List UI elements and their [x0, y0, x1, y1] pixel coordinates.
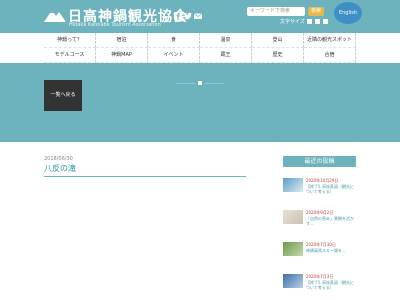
- post-title-divider: [44, 176, 246, 177]
- nav-item-climbing[interactable]: 登山: [252, 33, 304, 48]
- twitter-icon[interactable]: [184, 12, 192, 20]
- banner-line-right: [204, 83, 224, 84]
- font-size-label: 文字サイズ: [280, 19, 305, 25]
- nav-item-zao[interactable]: 蔵王: [200, 48, 252, 63]
- font-size-medium-button[interactable]: [315, 19, 321, 24]
- back-to-list-button[interactable]: 一覧へ戻る: [44, 80, 82, 111]
- post-title: 八反の滝: [44, 164, 76, 173]
- recent-posts-heading: 最近の投稿: [283, 156, 356, 167]
- recent-post-thumbnail[interactable]: [283, 274, 303, 288]
- search-input[interactable]: キーワードで検索: [247, 7, 305, 16]
- banner-dot-icon: [198, 81, 202, 85]
- nav-item-model-course[interactable]: モデルコース: [44, 48, 96, 63]
- nav-item-nearby-spots[interactable]: 近隣の観光スポット: [304, 33, 356, 48]
- recent-post-link[interactable]: 【終了】高校蒸留（観光について考える）: [306, 280, 356, 290]
- mail-icon[interactable]: [194, 12, 202, 20]
- font-size-small-button[interactable]: [307, 19, 313, 24]
- nav-item-map[interactable]: 神鍋MAP: [96, 48, 148, 63]
- nav-item-history[interactable]: 歴史: [252, 48, 304, 63]
- english-button[interactable]: English: [334, 2, 362, 24]
- nav-item-about-kannabe[interactable]: 神鍋って？: [44, 33, 96, 48]
- search-button[interactable]: 検索: [308, 7, 324, 16]
- nav-item-onsen[interactable]: 温泉: [200, 33, 252, 48]
- recent-post-link[interactable]: 【終了】高校蒸留（観光について考える）: [306, 184, 356, 194]
- nav-item-events[interactable]: イベント: [148, 48, 200, 63]
- facebook-icon[interactable]: [174, 12, 182, 20]
- recent-post-link[interactable]: 「自然の恵み」景観を活かす…: [306, 216, 356, 226]
- recent-post-link[interactable]: 神鍋高原スキー場を…: [306, 248, 356, 253]
- recent-post-thumbnail[interactable]: [283, 242, 303, 256]
- main-nav: 神鍋って？ 宿泊 食 温泉 登山 近隣の観光スポット モデルコース 神鍋MAP …: [44, 33, 356, 63]
- site-subtitle: Hidaka Kannabe Tourism Association: [69, 22, 161, 28]
- post-date: 2018/06/30: [44, 156, 73, 162]
- font-size-large-button[interactable]: [322, 19, 328, 24]
- site-header: 日高神鍋観光協会 Hidaka Kannabe Tourism Associat…: [0, 0, 400, 33]
- nav-item-camp[interactable]: 合宿: [304, 48, 356, 63]
- nav-item-food[interactable]: 食: [148, 33, 200, 48]
- font-size-control: 文字サイズ: [280, 18, 328, 25]
- recent-post-thumbnail[interactable]: [283, 178, 303, 192]
- banner-line-left: [176, 83, 196, 84]
- recent-post-thumbnail[interactable]: [283, 210, 303, 224]
- logo-mountain-icon[interactable]: [44, 8, 66, 22]
- nav-item-stay[interactable]: 宿泊: [96, 33, 148, 48]
